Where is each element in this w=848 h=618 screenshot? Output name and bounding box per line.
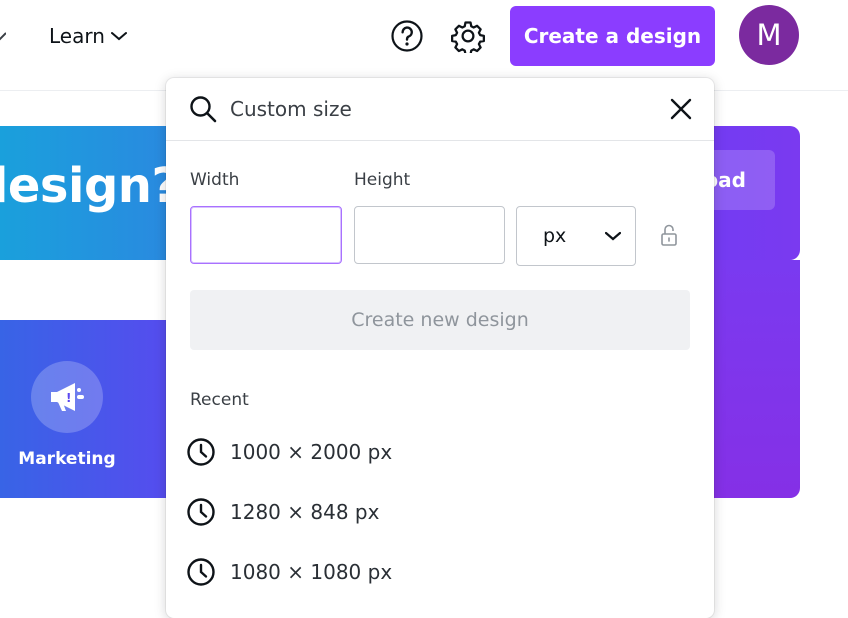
- recent-heading: Recent: [190, 390, 249, 410]
- create-new-design-button[interactable]: Create new design: [190, 290, 690, 350]
- recent-item-label: 1000 × 2000 px: [230, 440, 393, 464]
- chevron-down-icon: [605, 231, 621, 241]
- avatar[interactable]: M: [739, 5, 799, 65]
- search-input[interactable]: [230, 92, 650, 126]
- recent-item[interactable]: 1280 × 848 px: [186, 488, 694, 536]
- recent-item-label: 1080 × 1080 px: [230, 560, 393, 584]
- chevron-down-icon: [110, 32, 127, 41]
- learn-menu-label: Learn: [49, 24, 105, 48]
- recent-item[interactable]: 1080 × 1080 px: [186, 548, 694, 596]
- recent-item[interactable]: 1000 × 2000 px: [186, 428, 694, 476]
- create-a-design-button[interactable]: Create a design: [510, 6, 715, 66]
- close-icon[interactable]: [668, 96, 694, 122]
- lock-icon[interactable]: [660, 223, 678, 247]
- width-label: Width: [190, 170, 240, 190]
- help-button[interactable]: [387, 16, 427, 56]
- unit-select-value: px: [543, 225, 567, 247]
- height-input[interactable]: [354, 206, 505, 264]
- gear-icon: [451, 21, 485, 53]
- marketing-category-label: Marketing: [18, 449, 116, 469]
- chevron-down-icon[interactable]: [0, 28, 7, 47]
- learn-menu[interactable]: Learn: [49, 22, 127, 50]
- megaphone-icon: !: [51, 383, 84, 411]
- search-row: [166, 78, 714, 141]
- hero-banner-heading: design?: [0, 158, 179, 214]
- width-input[interactable]: [190, 206, 342, 264]
- search-icon: [188, 94, 218, 128]
- clock-icon: [186, 557, 216, 587]
- unit-select[interactable]: px: [516, 206, 636, 266]
- height-label: Height: [354, 170, 411, 190]
- settings-button[interactable]: [448, 16, 488, 56]
- help-icon: [391, 20, 423, 52]
- svg-text:!: !: [66, 391, 71, 405]
- clock-icon: [186, 497, 216, 527]
- clock-icon: [186, 437, 216, 467]
- custom-size-popover: Width Height px Create new design Recent…: [166, 78, 714, 618]
- hero-banner-extension: [700, 260, 800, 498]
- recent-item-label: 1280 × 848 px: [230, 500, 380, 524]
- marketing-category-button[interactable]: !: [31, 361, 103, 433]
